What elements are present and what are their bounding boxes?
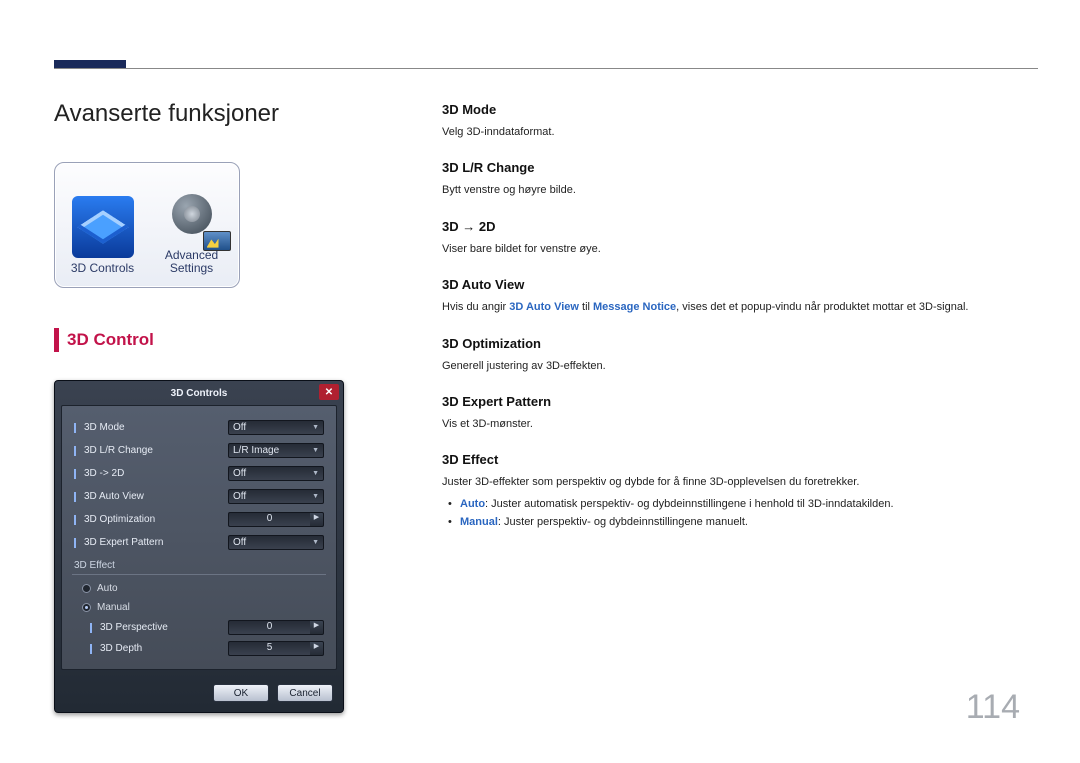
tile-advanced-settings[interactable]: AdvancedSettings <box>150 169 233 281</box>
ok-button[interactable]: OK <box>213 684 269 702</box>
header-rule <box>54 68 1038 69</box>
heading-3d-mode: 3D Mode <box>442 102 1020 117</box>
row-expert-pattern: 3D Expert Pattern Off▼ <box>72 531 326 554</box>
desc-3d-mode: Velg 3D-inndataformat. <box>442 125 1020 140</box>
spin-perspective[interactable]: 0▶ <box>228 620 324 635</box>
heading-optimization: 3D Optimization <box>442 336 1020 351</box>
chevron-right-icon[interactable]: ▶ <box>310 512 324 527</box>
chevron-down-icon: ▼ <box>312 493 319 500</box>
radio-auto[interactable]: Auto <box>72 579 326 598</box>
section-heading-3d-control: 3D Control <box>54 328 158 352</box>
cube-icon <box>72 196 134 258</box>
cancel-button[interactable]: Cancel <box>277 684 333 702</box>
left-column: Avanserte funksjoner 3D Controls Advance… <box>54 100 359 713</box>
chevron-down-icon: ▼ <box>312 539 319 546</box>
row-auto-view-label: 3D Auto View <box>84 491 220 502</box>
picture-icon <box>203 231 231 251</box>
heading-lr-change: 3D L/R Change <box>442 160 1020 175</box>
tile-advanced-label: AdvancedSettings <box>165 249 218 275</box>
chevron-down-icon: ▼ <box>312 470 319 477</box>
spin-optimization[interactable]: 0▶ <box>228 512 324 527</box>
row-3d-mode-label: 3D Mode <box>84 422 220 433</box>
combo-3d-mode[interactable]: Off▼ <box>228 420 324 435</box>
row-auto-view: 3D Auto View Off▼ <box>72 485 326 508</box>
row-3d-mode: 3D Mode Off▼ <box>72 416 326 439</box>
page-number: 114 <box>966 688 1020 727</box>
right-column: 3D Mode Velg 3D-inndataformat. 3D L/R Ch… <box>442 100 1020 534</box>
row-lr-change: 3D L/R Change L/R Image▼ <box>72 439 326 462</box>
heading-expert-pattern: 3D Expert Pattern <box>442 394 1020 409</box>
desc-3d-effect: Juster 3D-effekter som perspektiv og dyb… <box>442 475 1020 490</box>
dialog-body: 3D Mode Off▼ 3D L/R Change L/R Image▼ 3D… <box>61 405 337 670</box>
tile-3d-controls-label: 3D Controls <box>71 262 134 275</box>
desc-lr-change: Bytt venstre og høyre bilde. <box>442 183 1020 198</box>
bullet-manual: Manual: Juster perspektiv- og dybdeinnst… <box>442 515 1020 530</box>
chevron-down-icon: ▼ <box>312 447 319 454</box>
desc-3d-2d: Viser bare bildet for venstre øye. <box>442 242 1020 257</box>
row-depth: 3D Depth 5▶ <box>72 638 326 659</box>
dialog-3d-controls: 3D Controls ✕ 3D Mode Off▼ 3D L/R Change… <box>54 380 344 713</box>
spin-depth[interactable]: 5▶ <box>228 641 324 656</box>
combo-expert-pattern[interactable]: Off▼ <box>228 535 324 550</box>
radio-icon <box>82 584 91 593</box>
tile-3d-controls[interactable]: 3D Controls <box>61 169 144 281</box>
combo-auto-view[interactable]: Off▼ <box>228 489 324 504</box>
desc-optimization: Generell justering av 3D-effekten. <box>442 359 1020 374</box>
row-optimization: 3D Optimization 0▶ <box>72 508 326 531</box>
combo-lr-change[interactable]: L/R Image▼ <box>228 443 324 458</box>
row-optimization-label: 3D Optimization <box>84 514 220 525</box>
desc-expert-pattern: Vis et 3D-mønster. <box>442 417 1020 432</box>
close-icon[interactable]: ✕ <box>319 384 339 400</box>
group-3d-effect: 3D Effect <box>72 560 326 571</box>
row-expert-pattern-label: 3D Expert Pattern <box>84 537 220 548</box>
heading-3d-effect: 3D Effect <box>442 452 1020 467</box>
row-depth-label: 3D Depth <box>100 643 220 654</box>
dialog-footer: OK Cancel <box>55 676 343 712</box>
row-3d-2d-label: 3D -> 2D <box>84 468 220 479</box>
chevron-down-icon: ▼ <box>312 424 319 431</box>
row-3d-2d: 3D -> 2D Off▼ <box>72 462 326 485</box>
radio-icon <box>82 603 91 612</box>
row-perspective: 3D Perspective 0▶ <box>72 617 326 638</box>
gear-icon <box>161 183 223 245</box>
row-perspective-label: 3D Perspective <box>100 622 220 633</box>
combo-3d-2d[interactable]: Off▼ <box>228 466 324 481</box>
heading-auto-view: 3D Auto View <box>442 277 1020 292</box>
dialog-title: 3D Controls ✕ <box>55 381 343 405</box>
chevron-right-icon[interactable]: ▶ <box>310 620 324 635</box>
header-accent <box>54 60 126 68</box>
icon-card: 3D Controls AdvancedSettings <box>54 162 240 288</box>
row-lr-change-label: 3D L/R Change <box>84 445 220 456</box>
desc-auto-view: Hvis du angir 3D Auto View til Message N… <box>442 300 1020 315</box>
page-title: Avanserte funksjoner <box>54 100 359 128</box>
chevron-right-icon[interactable]: ▶ <box>310 641 324 656</box>
bullet-auto: Auto: Juster automatisk perspektiv- og d… <box>442 497 1020 512</box>
radio-manual[interactable]: Manual <box>72 598 326 617</box>
heading-3d-2d: 3D → 2D <box>442 219 1020 234</box>
